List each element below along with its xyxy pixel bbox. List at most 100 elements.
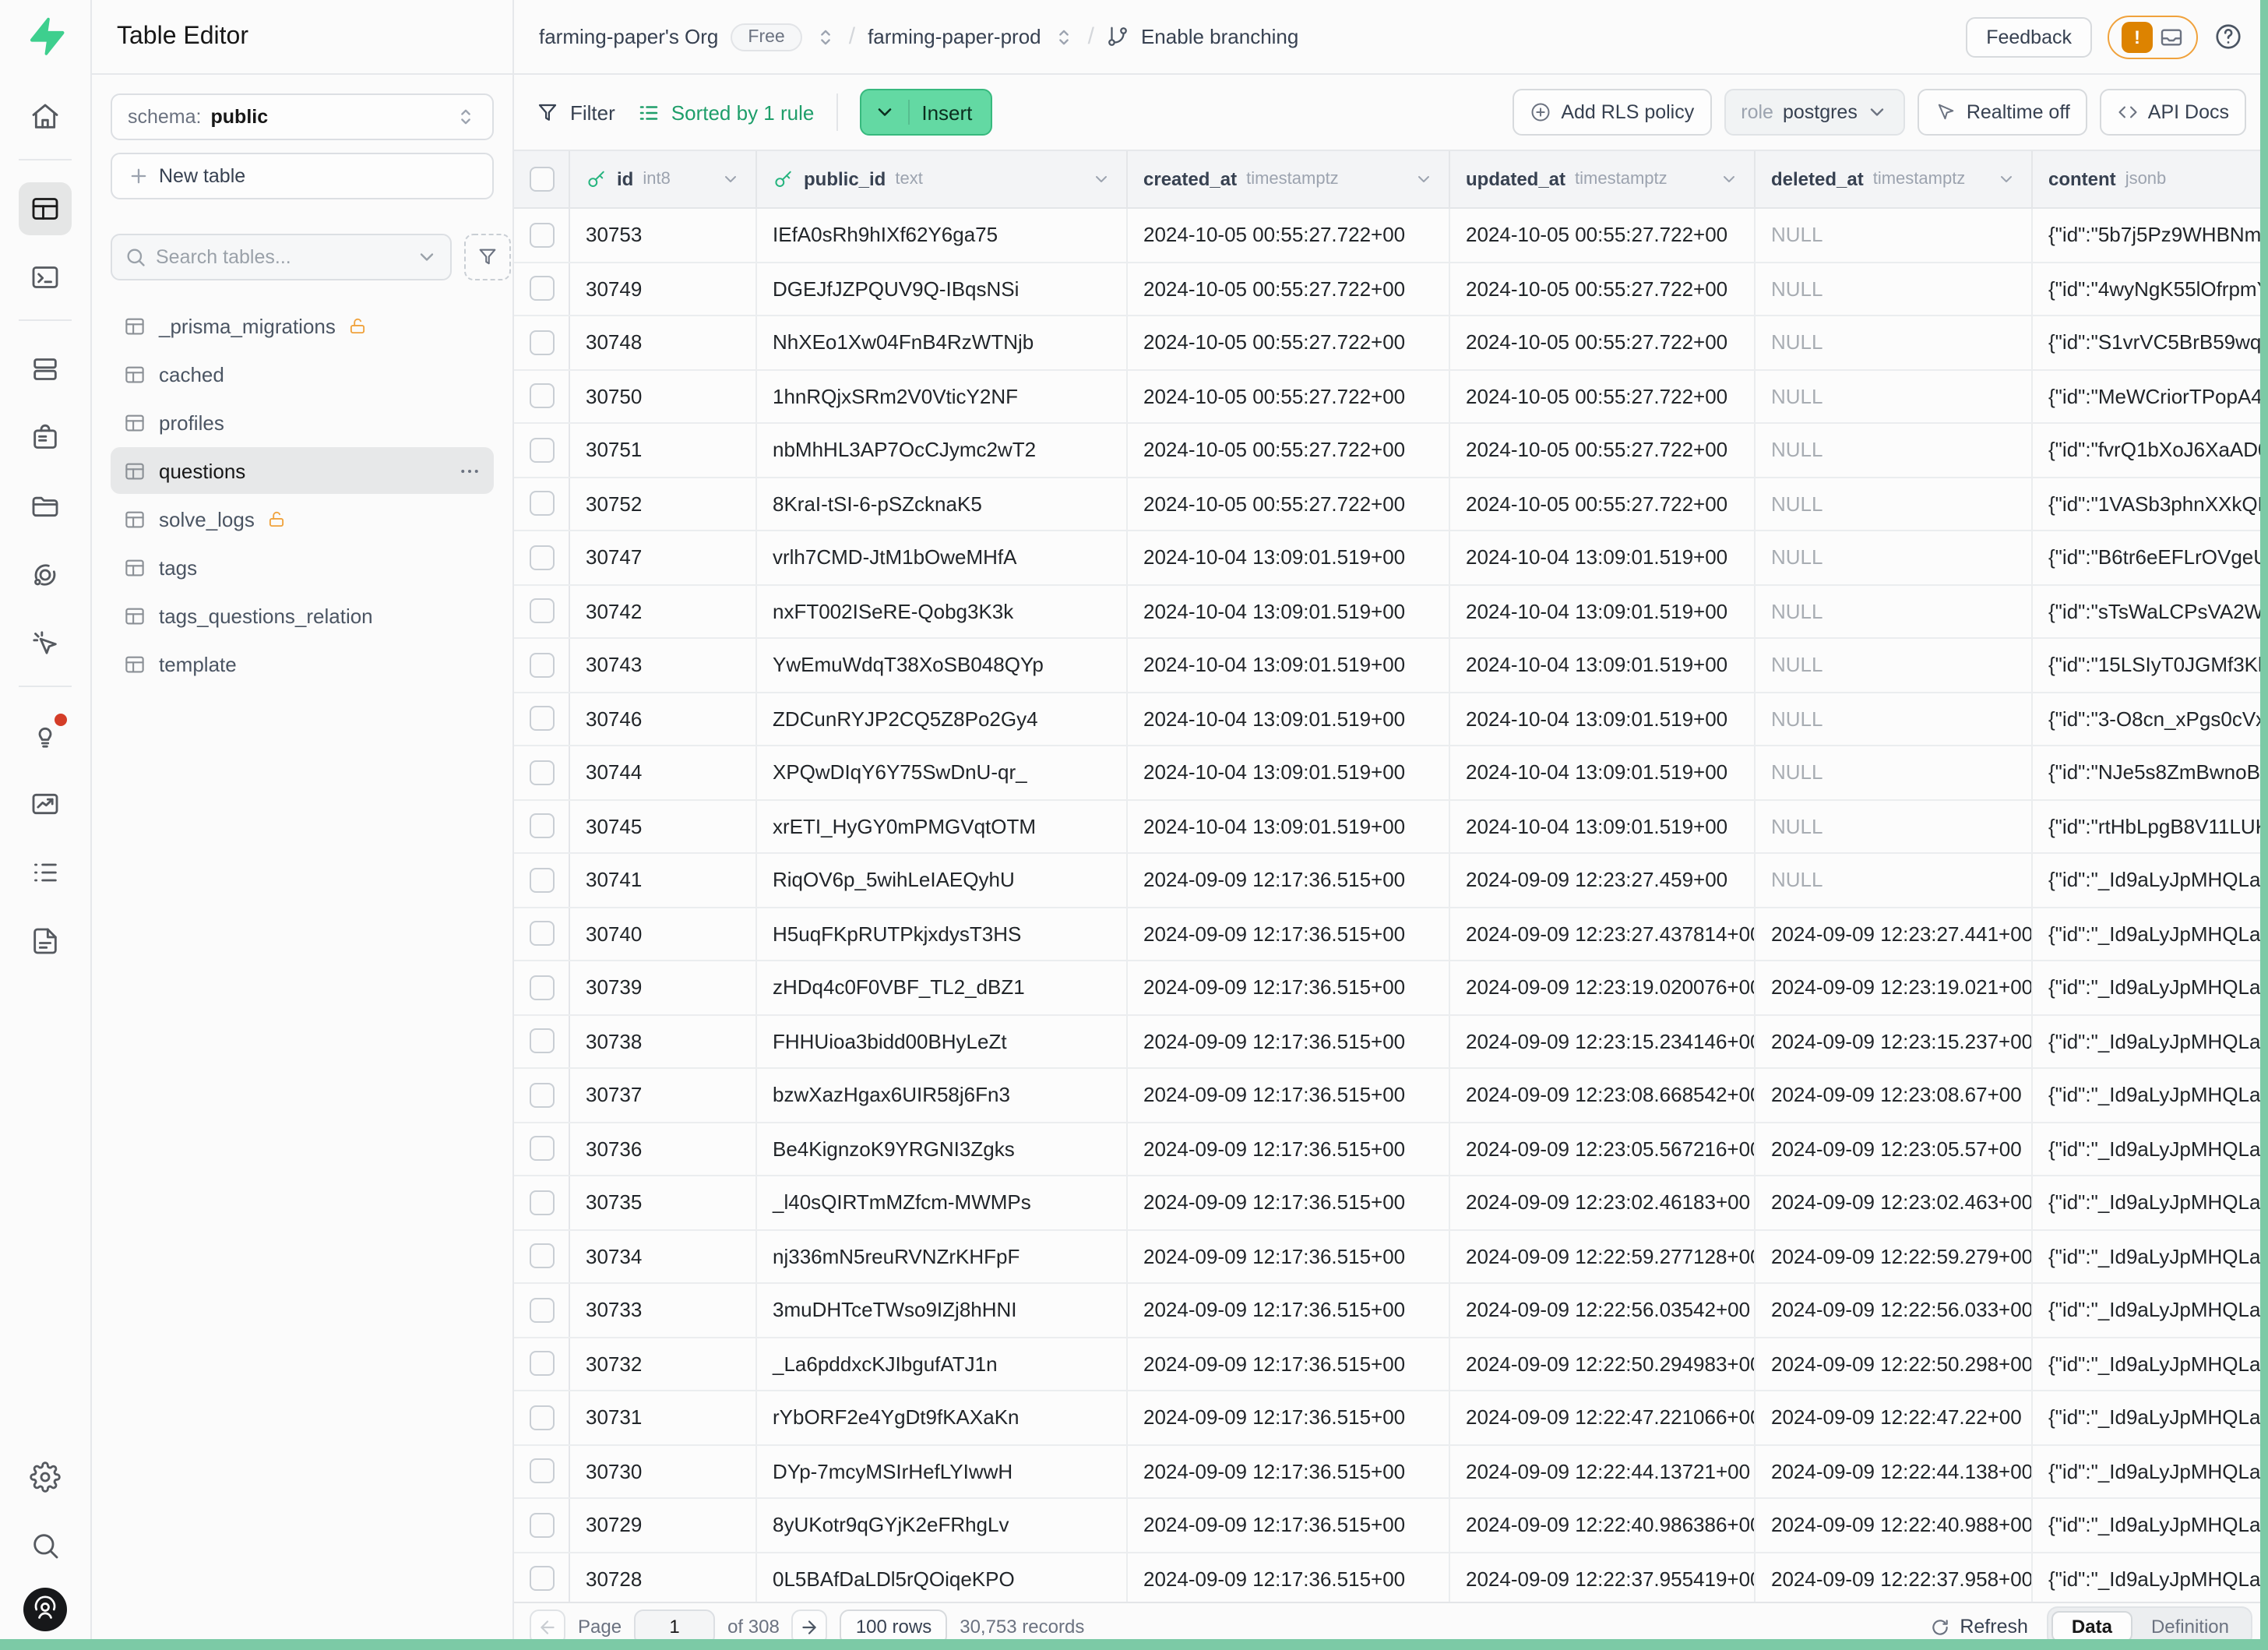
row-checkbox[interactable]: [529, 975, 554, 1000]
cell-content[interactable]: {"id":"5b7j5Pz9WHBNmY_A: [2033, 209, 2268, 261]
cell-deleted_at[interactable]: 2024-09-09 12:23:08.67+00: [1756, 1069, 2033, 1121]
row-checkbox[interactable]: [529, 599, 554, 624]
cell-public_id[interactable]: bzwXazHgax6UIR58j6Fn3: [757, 1069, 1128, 1121]
cell-deleted_at[interactable]: NULL: [1756, 639, 2033, 691]
cell-id[interactable]: 30752: [570, 478, 757, 530]
cell-id[interactable]: 30731: [570, 1391, 757, 1444]
cell-deleted_at[interactable]: 2024-09-09 12:22:40.988+00: [1756, 1499, 2033, 1551]
nav-auth-button[interactable]: [19, 411, 72, 464]
row-checkbox[interactable]: [529, 1567, 554, 1592]
cell-deleted_at[interactable]: NULL: [1756, 854, 2033, 906]
cell-id[interactable]: 30751: [570, 424, 757, 476]
row-checkbox[interactable]: [529, 1029, 554, 1054]
cell-public_id[interactable]: H5uqFKpRUTPkjxdysT3HS: [757, 908, 1128, 960]
cell-content[interactable]: {"id":"B6tr6eEFLrOVgeUmH: [2033, 531, 2268, 583]
cell-content[interactable]: {"id":"4wyNgK55lOfrpmYZo: [2033, 263, 2268, 315]
cell-created_at[interactable]: 2024-10-04 13:09:01.519+00: [1128, 746, 1450, 799]
cell-deleted_at[interactable]: 2024-09-09 12:22:59.279+00: [1756, 1230, 2033, 1282]
project-switcher-icon[interactable]: [1054, 26, 1076, 48]
row-checkbox[interactable]: [529, 1083, 554, 1108]
cell-content[interactable]: {"id":"_Id9aLyJpMHQLaiQC: [2033, 1445, 2268, 1497]
search-tables-input[interactable]: [156, 246, 407, 268]
org-name[interactable]: farming-paper's Org: [539, 25, 718, 48]
cell-deleted_at[interactable]: NULL: [1756, 746, 2033, 799]
cell-updated_at[interactable]: 2024-09-09 12:22:37.955419+00: [1450, 1553, 1756, 1602]
cell-content[interactable]: {"id":"_Id9aLyJpMHQLaiQC: [2033, 1069, 2268, 1121]
cell-id[interactable]: 30745: [570, 800, 757, 852]
cell-deleted_at[interactable]: NULL: [1756, 263, 2033, 315]
row-checkbox[interactable]: [529, 814, 554, 839]
cell-content[interactable]: {"id":"_Id9aLyJpMHQLaiQC: [2033, 854, 2268, 906]
supabase-logo-icon[interactable]: [25, 16, 65, 56]
cell-content[interactable]: {"id":"sTsWaLCPsVA2WuK2: [2033, 585, 2268, 637]
cell-id[interactable]: 30747: [570, 531, 757, 583]
cell-created_at[interactable]: 2024-10-04 13:09:01.519+00: [1128, 693, 1450, 745]
cell-id[interactable]: 30753: [570, 209, 757, 261]
nav-database-button[interactable]: [19, 343, 72, 396]
cell-public_id[interactable]: nj336mN5reuRVNZrKHFpF: [757, 1230, 1128, 1282]
cell-content[interactable]: {"id":"_Id9aLyJpMHQLaiQC: [2033, 1553, 2268, 1602]
cell-public_id[interactable]: RiqOV6p_5wihLeIAEQyhU: [757, 854, 1128, 906]
cell-created_at[interactable]: 2024-09-09 12:17:36.515+00: [1128, 1391, 1450, 1444]
cell-updated_at[interactable]: 2024-09-09 12:22:59.277128+00: [1450, 1230, 1756, 1282]
cell-created_at[interactable]: 2024-09-09 12:17:36.515+00: [1128, 1338, 1450, 1390]
cell-id[interactable]: 30739: [570, 961, 757, 1014]
row-checkbox[interactable]: [529, 1190, 554, 1215]
cell-public_id[interactable]: 1hnRQjxSRm2V0VticY2NF: [757, 370, 1128, 422]
cell-id[interactable]: 30746: [570, 693, 757, 745]
role-select[interactable]: role postgres: [1724, 89, 1906, 136]
tab-definition[interactable]: Definition: [2132, 1613, 2248, 1641]
row-checkbox[interactable]: [529, 1298, 554, 1323]
cell-deleted_at[interactable]: NULL: [1756, 370, 2033, 422]
cell-updated_at[interactable]: 2024-10-04 13:09:01.519+00: [1450, 693, 1756, 745]
cell-created_at[interactable]: 2024-10-04 13:09:01.519+00: [1128, 531, 1450, 583]
cell-updated_at[interactable]: 2024-10-04 13:09:01.519+00: [1450, 585, 1756, 637]
cell-id[interactable]: 30733: [570, 1284, 757, 1336]
cell-created_at[interactable]: 2024-10-05 00:55:27.722+00: [1128, 370, 1450, 422]
cell-content[interactable]: {"id":"1VASb3phnXXkQPCpv: [2033, 478, 2268, 530]
cell-created_at[interactable]: 2024-09-09 12:17:36.515+00: [1128, 908, 1450, 960]
cell-deleted_at[interactable]: 2024-09-09 12:23:05.57+00: [1756, 1123, 2033, 1175]
cell-public_id[interactable]: XPQwDIqY6Y75SwDnU-qr_: [757, 746, 1128, 799]
column-menu-icon[interactable]: [1997, 170, 2016, 189]
cell-updated_at[interactable]: 2024-10-05 00:55:27.722+00: [1450, 424, 1756, 476]
cell-deleted_at[interactable]: NULL: [1756, 209, 2033, 261]
cell-deleted_at[interactable]: 2024-09-09 12:22:44.138+00: [1756, 1445, 2033, 1497]
cell-public_id[interactable]: _La6pddxcKJIbgufATJ1n: [757, 1338, 1128, 1390]
sort-button[interactable]: Sorted by 1 rule: [637, 100, 815, 124]
sidebar-item-profiles[interactable]: profiles: [111, 399, 494, 446]
column-header-updated_at[interactable]: updated_attimestamptz: [1450, 151, 1756, 207]
cell-public_id[interactable]: YwEmuWdqT38XoSB048QYp: [757, 639, 1128, 691]
column-header-created_at[interactable]: created_attimestamptz: [1128, 151, 1450, 207]
sidebar-item-tags_questions_relation[interactable]: tags_questions_relation: [111, 592, 494, 639]
row-checkbox[interactable]: [529, 868, 554, 893]
cell-content[interactable]: {"id":"_Id9aLyJpMHQLaiQC: [2033, 908, 2268, 960]
notifications-button[interactable]: !: [2108, 15, 2198, 58]
column-header-deleted_at[interactable]: deleted_attimestamptz: [1756, 151, 2033, 207]
cell-deleted_at[interactable]: 2024-09-09 12:22:47.22+00: [1756, 1391, 2033, 1444]
cell-created_at[interactable]: 2024-10-04 13:09:01.519+00: [1128, 800, 1450, 852]
new-table-button[interactable]: New table: [111, 153, 494, 199]
cell-created_at[interactable]: 2024-09-09 12:17:36.515+00: [1128, 1176, 1450, 1229]
row-checkbox[interactable]: [529, 1405, 554, 1430]
cell-created_at[interactable]: 2024-09-09 12:17:36.515+00: [1128, 1445, 1450, 1497]
cell-created_at[interactable]: 2024-10-05 00:55:27.722+00: [1128, 316, 1450, 368]
cell-public_id[interactable]: ZDCunRYJP2CQ5Z8Po2Gy4: [757, 693, 1128, 745]
cell-created_at[interactable]: 2024-09-09 12:17:36.515+00: [1128, 1123, 1450, 1175]
cell-updated_at[interactable]: 2024-09-09 12:22:56.03542+00: [1450, 1284, 1756, 1336]
row-checkbox[interactable]: [529, 653, 554, 678]
cell-id[interactable]: 30735: [570, 1176, 757, 1229]
table-menu-icon[interactable]: [458, 459, 481, 482]
cell-public_id[interactable]: _l40sQIRTmMZfcm-MWMPs: [757, 1176, 1128, 1229]
cell-created_at[interactable]: 2024-09-09 12:17:36.515+00: [1128, 1069, 1450, 1121]
cell-created_at[interactable]: 2024-10-04 13:09:01.519+00: [1128, 639, 1450, 691]
cell-updated_at[interactable]: 2024-10-05 00:55:27.722+00: [1450, 209, 1756, 261]
cell-updated_at[interactable]: 2024-09-09 12:23:27.437814+00: [1450, 908, 1756, 960]
nav-logs-button[interactable]: [19, 846, 72, 899]
cell-id[interactable]: 30741: [570, 854, 757, 906]
cell-id[interactable]: 30738: [570, 1015, 757, 1067]
nav-home-button[interactable]: [19, 90, 72, 143]
nav-advisors-button[interactable]: [19, 709, 72, 762]
cell-content[interactable]: {"id":"_Id9aLyJpMHQLaiQC: [2033, 1123, 2268, 1175]
cell-public_id[interactable]: NhXEo1Xw04FnB4RzWTNjb: [757, 316, 1128, 368]
